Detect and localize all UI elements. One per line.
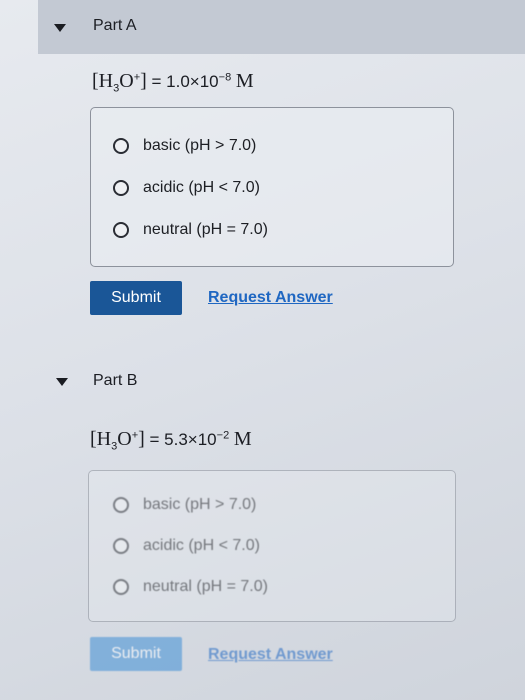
eq-oxygen: O [119, 70, 134, 92]
eq-exponent: −8 [218, 71, 232, 84]
radio-icon[interactable] [113, 579, 129, 595]
radio-icon[interactable] [113, 222, 129, 238]
part-a-submit-button[interactable]: Submit [90, 281, 182, 315]
option-label: acidic (pH < 7.0) [143, 537, 260, 554]
eq-unit: M [233, 428, 252, 450]
option-label: basic (pH > 7.0) [143, 496, 257, 513]
eq-value: = 5.3×10 [144, 430, 217, 449]
part-b-submit-button[interactable]: Submit [90, 637, 182, 671]
option-label: neutral (pH = 7.0) [143, 578, 268, 595]
part-a-option-acidic[interactable]: acidic (pH < 7.0) [113, 179, 260, 197]
eq-value: = 1.0×10 [146, 72, 219, 91]
caret-down-icon[interactable] [54, 24, 66, 32]
option-label: acidic (pH < 7.0) [143, 179, 260, 196]
part-b-request-answer-link[interactable]: Request Answer [208, 646, 333, 664]
eq-lhs-open: [H [90, 428, 112, 450]
part-a-title: Part A [93, 17, 137, 34]
part-b-title: Part B [93, 372, 138, 389]
part-a-option-neutral[interactable]: neutral (pH = 7.0) [113, 221, 268, 239]
part-a-request-answer-link[interactable]: Request Answer [208, 289, 333, 307]
part-b-equation: [H3O+] = 5.3×10−2 M [90, 428, 252, 452]
eq-unit: M [235, 70, 254, 92]
part-b-option-neutral[interactable]: neutral (pH = 7.0) [113, 578, 268, 596]
radio-icon[interactable] [113, 138, 129, 154]
part-a-equation: [H3O+] = 1.0×10−8 M [92, 70, 254, 94]
part-a-option-basic[interactable]: basic (pH > 7.0) [113, 137, 256, 155]
caret-down-icon[interactable] [56, 378, 68, 386]
radio-icon[interactable] [113, 180, 129, 196]
eq-lhs-close: ] [138, 428, 145, 450]
eq-oxygen: O [117, 428, 132, 450]
option-label: basic (pH > 7.0) [143, 137, 257, 154]
radio-icon[interactable] [113, 538, 129, 554]
radio-icon[interactable] [113, 497, 129, 513]
eq-lhs-close: ] [140, 70, 147, 92]
eq-exponent: −2 [216, 429, 230, 442]
part-b-option-basic[interactable]: basic (pH > 7.0) [113, 496, 256, 514]
eq-lhs-open: [H [92, 70, 114, 92]
option-label: neutral (pH = 7.0) [143, 221, 268, 238]
part-b-option-acidic[interactable]: acidic (pH < 7.0) [113, 537, 260, 555]
